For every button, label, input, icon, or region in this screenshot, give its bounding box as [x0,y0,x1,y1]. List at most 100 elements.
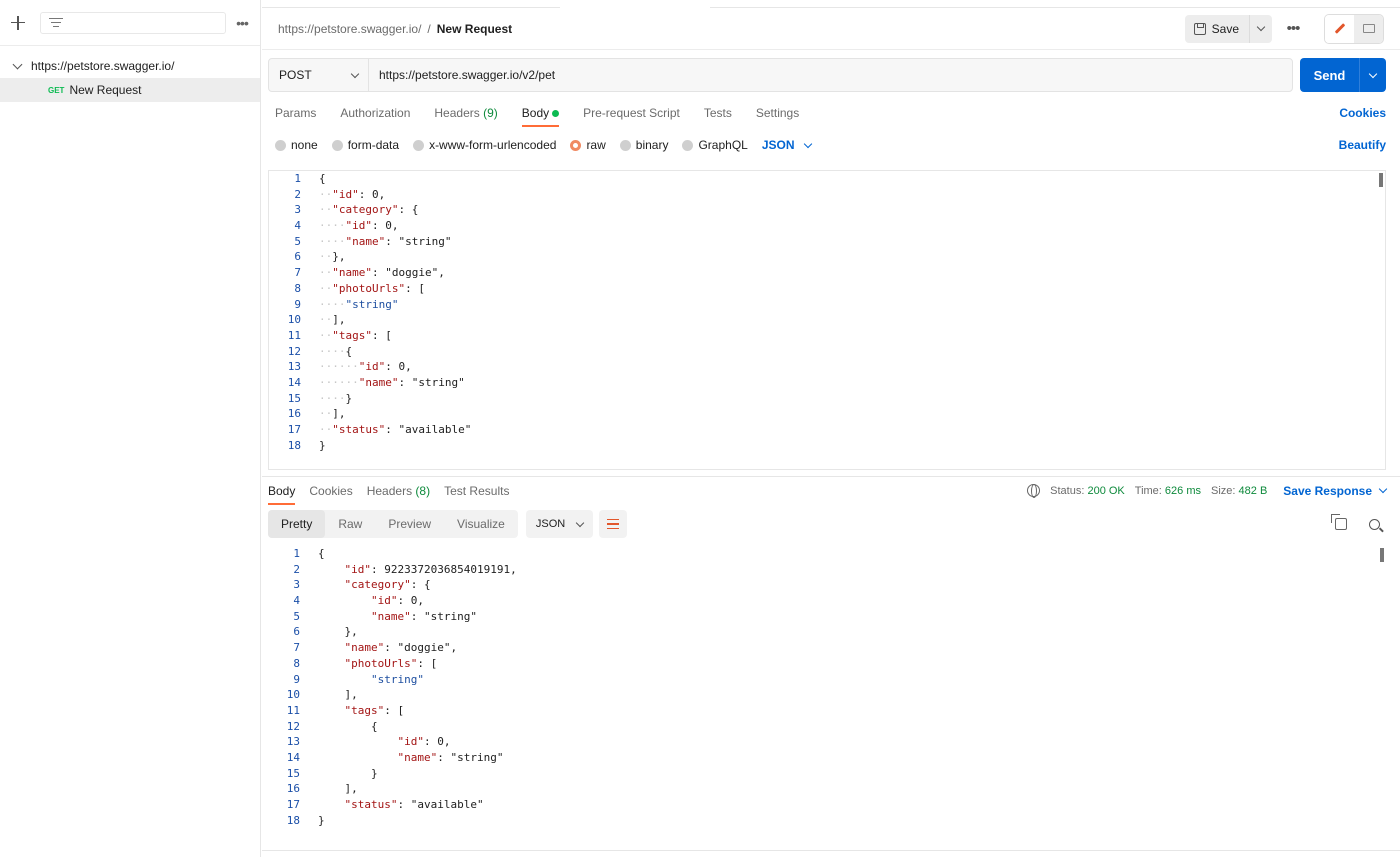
more-actions-icon[interactable]: ••• [1280,20,1306,37]
response-tab-test-results[interactable]: Test Results [444,477,509,505]
code-text: ], [318,688,358,702]
chevron-down-icon[interactable] [12,59,23,69]
request-code-line: 16 ··], [269,406,1385,422]
request-code-line: 4 ····"id": 0, [269,218,1385,234]
request-code-line: 3 ··"category": { [269,202,1385,218]
format-select[interactable]: JSON [761,138,812,152]
line-number: 12 [287,344,301,358]
view-pretty[interactable]: Pretty [268,510,326,538]
code-text: } [318,766,378,780]
method-value: POST [279,68,312,82]
response-tab-headers[interactable]: Headers (8) [367,477,430,505]
request-code-line: 10 ··], [269,312,1385,328]
radio-circle-selected [570,139,582,151]
send-button[interactable]: Send [1300,58,1360,92]
method-badge: GET [48,85,65,95]
line-number: 6 [294,250,301,264]
sidebar-request-item[interactable]: GET New Request [0,78,260,102]
response-code-line: 14 "name": "string" [268,750,1386,766]
response-scrollbar[interactable] [1380,548,1384,562]
line-number: 15 [287,391,301,405]
response-code-line: 8 "photoUrls": [ [268,656,1386,672]
line-number: 1 [294,172,301,185]
response-body-viewer[interactable]: 1{2 "id": 9223372036854019191, 3 "categor… [268,546,1386,836]
tab-settings[interactable]: Settings [756,102,799,127]
radio-x-www-form-urlencoded[interactable]: x-www-form-urlencoded [413,138,556,152]
globe-icon[interactable] [1027,484,1041,498]
send-dropdown-button[interactable] [1360,58,1386,92]
breadcrumb-parent[interactable]: https://petstore.swagger.io/ [278,22,421,36]
save-response-button[interactable]: Save Response [1283,484,1388,498]
tab-headers-label: Headers [434,106,480,120]
filter-input[interactable] [40,11,226,34]
response-tab-cookies[interactable]: Cookies [309,477,352,505]
comments-mode-button[interactable] [1354,14,1383,43]
response-format-select[interactable]: JSON [525,510,594,538]
format-value: JSON [761,138,795,152]
time-info[interactable]: Time: 626 ms [1135,485,1201,497]
line-number: 16 [287,407,301,421]
editor-scrollbar[interactable] [1379,173,1383,187]
code-text: "name": "doggie", [344,641,458,655]
tab-prerequest-script[interactable]: Pre-request Script [583,102,680,127]
tab-strip [262,0,560,8]
view-raw[interactable]: Raw [325,510,375,538]
plus-icon[interactable] [10,15,26,31]
radio-none[interactable]: none [275,138,318,152]
request-code-line: 5 ····"name": "string" [269,234,1385,250]
code-text: ··"category": { [319,203,419,217]
tab-tests[interactable]: Tests [704,102,732,127]
line-number: 10 [286,688,300,702]
response-toolbar: Pretty Raw Preview Visualize JSON [268,510,1380,538]
search-icon[interactable] [1369,518,1380,530]
line-number: 15 [286,766,300,780]
status-info[interactable]: Status: 200 OK [1050,485,1125,497]
edit-mode-button[interactable] [1325,14,1354,43]
line-number: 10 [287,313,301,327]
method-select[interactable]: POST [269,59,369,91]
radio-circle [331,139,343,151]
line-number: 7 [293,641,300,655]
cookies-link[interactable]: Cookies [1339,102,1386,120]
copy-icon[interactable] [1331,514,1347,530]
code-text: ··"photoUrls": [ [319,281,425,295]
tab-headers[interactable]: Headers (9) [434,102,497,127]
more-options-icon[interactable]: ••• [234,15,250,31]
tab-authorization[interactable]: Authorization [340,102,410,127]
save-button[interactable]: Save [1185,14,1250,43]
response-code-line: 9 "string" [268,672,1386,688]
wrap-lines-button[interactable] [599,510,628,538]
request-name: New Request [69,83,142,97]
request-body-editor[interactable]: 1{2 ··"id": 0, 3 ··"category": {4 ····"id": … [268,170,1386,470]
chevron-down-icon [575,518,585,527]
view-preview[interactable]: Preview [375,510,444,538]
sidebar: ••• https://petstore.swagger.io/ GET New… [0,0,261,857]
response-code-line: 4 "id": 0, [268,593,1386,609]
tab-strip-right [710,0,1400,8]
response-code-line: 16 ], [268,781,1386,797]
response-tab-body[interactable]: Body [268,477,296,505]
collection-item[interactable]: https://petstore.swagger.io/ [0,54,260,78]
mode-toggle [1324,13,1384,44]
page-title[interactable]: New Request [437,22,512,36]
radio-raw[interactable]: raw [570,138,606,152]
code-text: ··"name": "doggie", [319,266,445,280]
radio-label: raw [586,138,606,152]
url-input[interactable] [369,59,1292,91]
response-code-line: 7 "name": "doggie", [268,640,1386,656]
radio-form-data[interactable]: form-data [331,138,399,152]
size-info[interactable]: Size: 482 B [1211,485,1267,497]
radio-circle [619,139,631,151]
beautify-link[interactable]: Beautify [1339,138,1386,152]
tab-body[interactable]: Body [521,102,560,127]
line-number: 16 [286,782,300,796]
body-type-row: none form-data x-www-form-urlencoded raw… [275,138,1386,152]
radio-graphql[interactable]: GraphQL [682,138,748,152]
save-dropdown-button[interactable] [1250,15,1272,43]
line-number: 13 [286,735,300,749]
tab-params[interactable]: Params [275,102,316,127]
radio-binary[interactable]: binary [619,138,668,152]
view-visualize[interactable]: Visualize [444,510,518,538]
code-text: } [318,813,325,827]
code-text: ], [318,782,358,796]
